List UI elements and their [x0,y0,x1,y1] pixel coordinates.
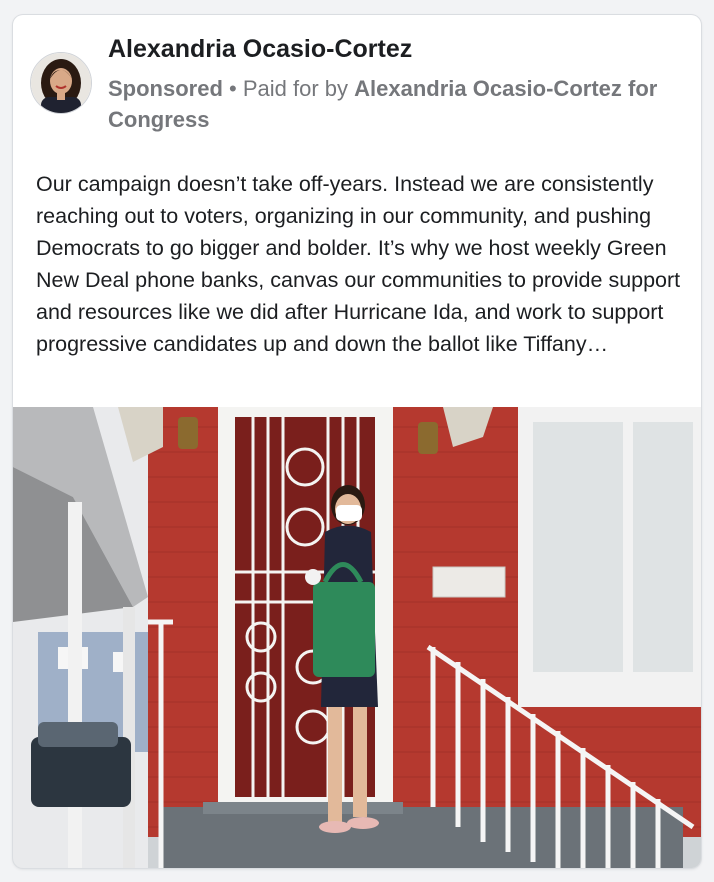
avatar-photo [31,53,91,113]
post-header: Alexandria Ocasio-Cortez Sponsored • Pai… [13,15,701,155]
sponsored-post-card: Alexandria Ocasio-Cortez Sponsored • Pai… [13,15,701,868]
paid-for-prefix: Paid for by [242,76,355,101]
post-text: Our campaign doesn’t take off-years. Ins… [36,172,681,356]
author-avatar[interactable] [30,52,92,114]
sponsored-label[interactable]: Sponsored [108,76,223,101]
meta-separator: • [222,76,243,101]
sponsored-meta: Sponsored • Paid for by Alexandria Ocasi… [108,73,693,135]
post-photo[interactable] [13,407,701,868]
ad-photo-illustration [13,407,701,868]
author-name[interactable]: Alexandria Ocasio-Cortez [108,35,412,64]
